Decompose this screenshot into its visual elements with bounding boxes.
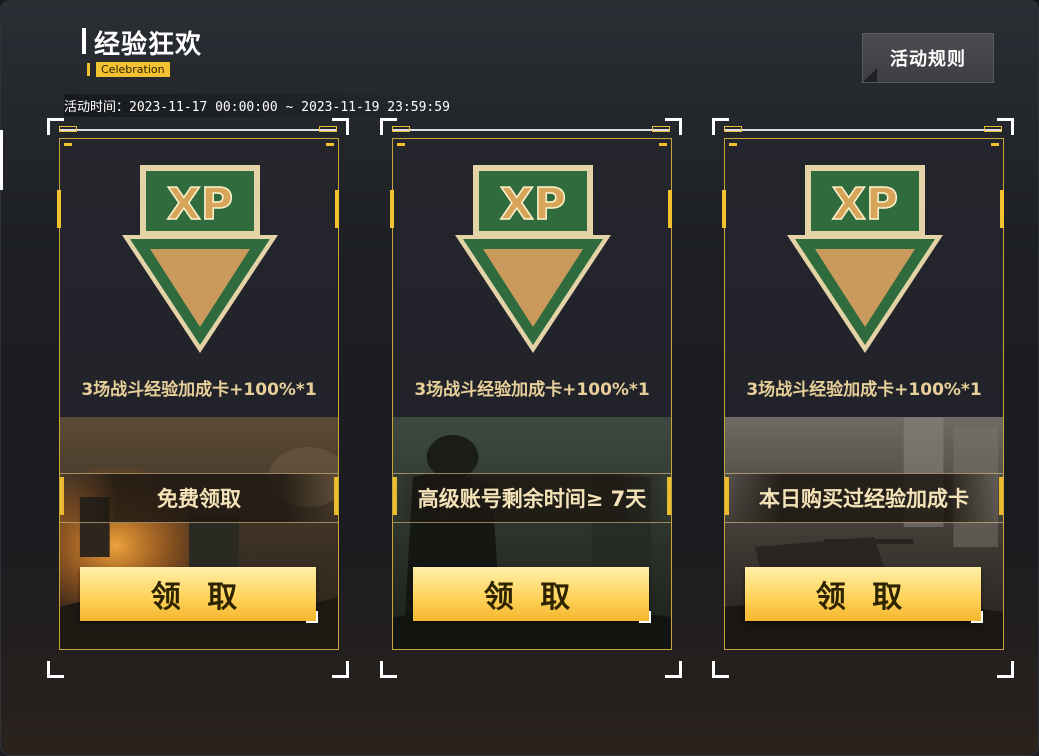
frame-corner — [47, 661, 64, 678]
reward-area: 3场战斗经验加成卡+100%*1 — [60, 139, 338, 417]
side-indicator — [0, 130, 3, 190]
corner-tick — [397, 143, 405, 146]
page-subtitle: Celebration — [96, 62, 170, 77]
corner-tick — [659, 143, 667, 146]
frame-top-line — [392, 126, 670, 132]
event-rules-button[interactable]: 活动规则 — [862, 33, 994, 83]
reward-label: 3场战斗经验加成卡+100%*1 — [414, 380, 650, 400]
claim-button[interactable]: 领 取 — [413, 567, 651, 623]
subtitle-mark — [87, 63, 90, 76]
xp-badge-icon — [786, 164, 944, 354]
claim-condition-label: 高级账号剩余时间≥ 7天 — [417, 487, 647, 511]
page-title: 经验狂欢 — [94, 30, 203, 60]
card-body: 3场战斗经验加成卡+100%*1 免费领取 领 取 — [59, 138, 339, 650]
frame-corner — [712, 661, 729, 678]
frame-top-line — [724, 126, 1002, 132]
reward-card: 3场战斗经验加成卡+100%*1 高级账号剩余时间≥ 7天 领 取 — [380, 118, 682, 678]
claim-button-label: 领 取 — [815, 580, 911, 615]
frame-corner — [665, 661, 682, 678]
reward-area: 3场战斗经验加成卡+100%*1 — [725, 139, 1003, 417]
claim-condition: 免费领取 — [60, 473, 338, 523]
button-corner — [863, 68, 877, 82]
reward-label: 3场战斗经验加成卡+100%*1 — [81, 380, 317, 400]
claim-button[interactable]: 领 取 — [745, 567, 983, 623]
side-mark — [1000, 190, 1004, 228]
reward-label: 3场战斗经验加成卡+100%*1 — [746, 380, 982, 400]
frame-corner — [997, 661, 1014, 678]
xp-badge-icon — [121, 164, 279, 354]
claim-condition-label: 免费领取 — [157, 487, 241, 511]
side-mark — [57, 190, 61, 228]
frame-top-line — [59, 126, 337, 132]
title-mark — [82, 28, 86, 54]
claim-condition: 本日购买过经验加成卡 — [725, 473, 1003, 523]
corner-tick — [991, 143, 999, 146]
side-mark — [722, 190, 726, 228]
corner-tick — [729, 143, 737, 146]
claim-condition: 高级账号剩余时间≥ 7天 — [393, 473, 671, 523]
corner-tick — [326, 143, 334, 146]
reward-card: 3场战斗经验加成卡+100%*1 免费领取 领 取 — [47, 118, 349, 678]
event-rules-label: 活动规则 — [890, 49, 966, 70]
card-body: 3场战斗经验加成卡+100%*1 本日购买过经验加成卡 领 取 — [724, 138, 1004, 650]
reward-card: 3场战斗经验加成卡+100%*1 本日购买过经验加成卡 领 取 — [712, 118, 1014, 678]
frame-corner — [332, 661, 349, 678]
frame-corner — [380, 661, 397, 678]
claim-button-label: 领 取 — [150, 580, 246, 615]
corner-tick — [64, 143, 72, 146]
claim-button[interactable]: 领 取 — [80, 567, 318, 623]
side-mark — [668, 190, 672, 228]
xp-badge-icon — [454, 164, 612, 354]
reward-area: 3场战斗经验加成卡+100%*1 — [393, 139, 671, 417]
claim-button-label: 领 取 — [483, 580, 579, 615]
event-time: 活动时间：2023-11-17 00:00:00 ~ 2023-11-19 23… — [64, 94, 456, 117]
claim-condition-label: 本日购买过经验加成卡 — [759, 487, 969, 511]
side-mark — [390, 190, 394, 228]
card-body: 3场战斗经验加成卡+100%*1 高级账号剩余时间≥ 7天 领 取 — [392, 138, 672, 650]
side-mark — [335, 190, 339, 228]
